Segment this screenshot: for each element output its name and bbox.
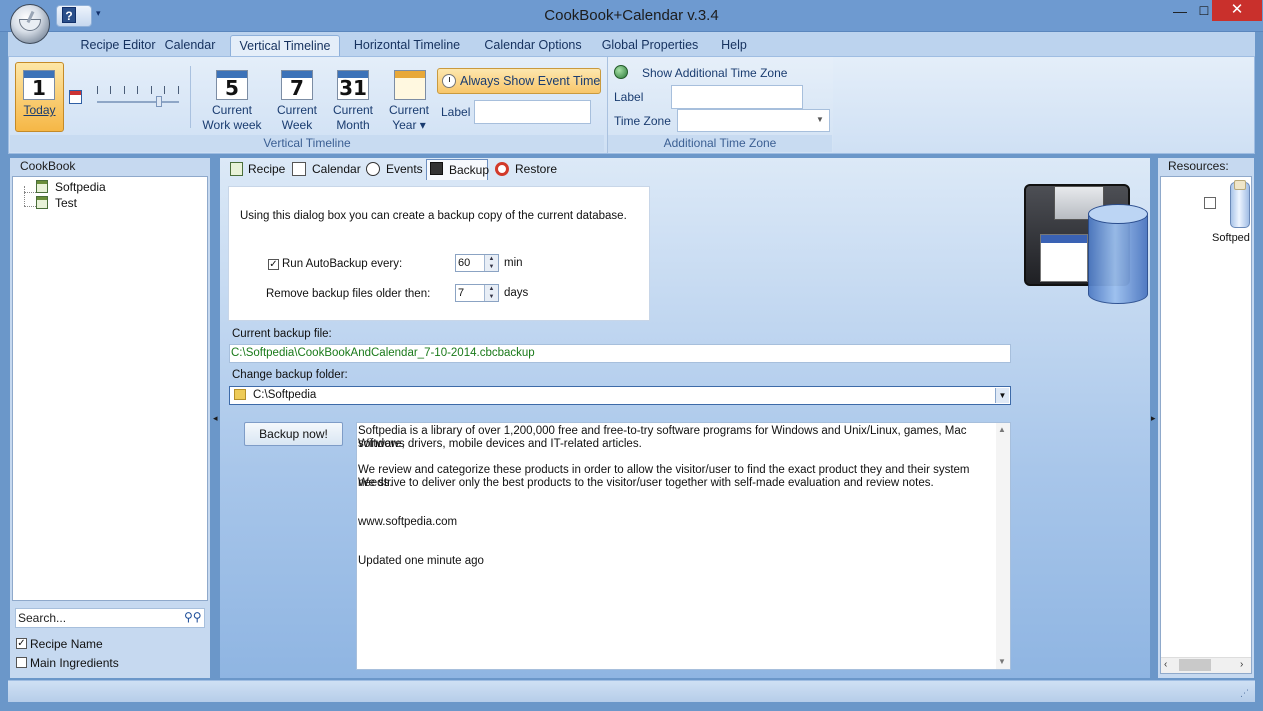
time-zone-select[interactable] [677, 109, 830, 132]
autobackup-unit: min [504, 257, 523, 269]
chevron-down-icon: ▼ [816, 115, 824, 124]
maximize-button[interactable]: ☐ [1194, 0, 1214, 22]
group-additional-tz-label: Additional Time Zone [663, 136, 777, 150]
minimize-button[interactable]: — [1166, 0, 1194, 22]
floppy-small-icon [430, 162, 443, 175]
calendar-navigator-icon[interactable] [69, 90, 82, 104]
backup-now-button[interactable]: Backup now! [244, 422, 343, 446]
collapse-right-icon[interactable]: ▸ [1151, 413, 1156, 423]
info-scrollbar[interactable] [996, 423, 1010, 669]
chevron-down-icon[interactable]: ▼ [995, 388, 1009, 403]
backup-settings-box [228, 186, 650, 321]
current-week-button[interactable]: Current Week [272, 103, 322, 133]
info-textarea[interactable] [356, 422, 1011, 670]
search-placeholder: Search... [18, 611, 67, 625]
window-title: CookBook+Calendar v.3.4 [544, 7, 719, 24]
main-ingredients-label: Main Ingredients [30, 656, 119, 670]
label-input[interactable] [474, 100, 591, 124]
scroll-right-icon[interactable]: › [1240, 659, 1243, 670]
autobackup-stepper[interactable]: 60 ▲ ▼ [455, 254, 499, 272]
calendar-icon: 1 [23, 70, 55, 100]
current-year-button[interactable]: Current Year ▾ [384, 103, 434, 133]
time-zone-caption: Time Zone [614, 114, 671, 128]
show-additional-tz-toggle[interactable]: Show Additional Time Zone [642, 66, 787, 80]
autobackup-checkbox[interactable]: ✓ [268, 259, 279, 270]
scroll-down-icon[interactable]: ▼ [998, 657, 1006, 666]
globe-icon [614, 65, 628, 79]
tab-recipe-editor[interactable]: Recipe Editor [62, 35, 174, 56]
resources-hscroll-thumb[interactable] [1179, 659, 1211, 671]
recipe-icon [230, 162, 243, 176]
calendar-small-icon [292, 162, 306, 176]
main-ingredients-checkbox[interactable] [16, 657, 27, 668]
change-folder-label: Change backup folder: [232, 369, 348, 381]
resource-checkbox[interactable] [1204, 197, 1216, 209]
current-backup-file-label: Current backup file: [232, 328, 332, 340]
collapse-left-icon[interactable]: ◂ [213, 413, 218, 423]
zoom-slider-track[interactable] [97, 101, 179, 103]
backup-intro-text: Using this dialog box you can create a b… [240, 210, 627, 222]
binoculars-icon[interactable]: ⚲⚲ [184, 610, 202, 625]
tab-help[interactable]: Help [716, 35, 752, 56]
recipe-name-checkbox[interactable]: ✓ [16, 638, 27, 649]
scroll-left-icon[interactable]: ‹ [1164, 659, 1167, 670]
lifebuoy-icon [495, 162, 509, 176]
today-label: Today [23, 103, 56, 117]
tz-label-caption: Label [614, 90, 644, 104]
ribbon-separator [190, 66, 191, 128]
info-line: Windows drivers, mobile devices and IT-r… [358, 438, 642, 450]
tz-label-input[interactable] [671, 85, 803, 109]
events-clock-icon [366, 162, 380, 176]
clock-icon [442, 74, 456, 88]
folder-icon [234, 389, 246, 400]
recipe-book-icon [36, 196, 48, 209]
close-button[interactable]: ✕ [1212, 0, 1262, 21]
resources-list [1160, 176, 1252, 674]
work-week-calendar-icon: 5 [216, 70, 248, 100]
resize-grip-icon[interactable]: ⋰ [1240, 688, 1249, 699]
cookbook-tree [12, 176, 208, 601]
scroll-up-icon[interactable]: ▲ [998, 425, 1006, 434]
tab-global-properties[interactable]: Global Properties [598, 35, 702, 56]
week-calendar-icon: 7 [281, 70, 313, 100]
label-caption: Label [441, 105, 471, 119]
info-line: We strive to deliver only the best produ… [358, 477, 934, 489]
app-menu-icon[interactable] [10, 4, 50, 44]
resource-label: Softped [1212, 232, 1250, 244]
remove-days-unit: days [504, 287, 529, 299]
recipe-name-label: Recipe Name [30, 637, 103, 651]
tree-item[interactable]: Test [55, 196, 77, 210]
month-calendar-icon: 31 [337, 70, 369, 100]
resources-title: Resources: [1168, 159, 1229, 173]
tab-vertical-timeline[interactable]: Vertical Timeline [230, 35, 340, 56]
tree-item[interactable]: Softpedia [55, 180, 106, 194]
year-calendar-icon [394, 70, 426, 100]
current-backup-file-value: C:\Softpedia\CookBookAndCalendar_7-10-20… [231, 347, 535, 359]
change-folder-select[interactable] [229, 386, 1011, 405]
remove-days-stepper[interactable]: 7 ▲ ▼ [455, 284, 499, 302]
change-folder-value: C:\Softpedia [253, 389, 317, 401]
remove-files-label: Remove backup files older then: [266, 288, 431, 300]
autobackup-label: Run AutoBackup every: [282, 258, 403, 270]
tab-horizontal-timeline[interactable]: Horizontal Timeline [350, 35, 464, 56]
tab-calendar-options[interactable]: Calendar Options [480, 35, 586, 56]
current-work-week-button[interactable]: Current Work week [198, 103, 266, 133]
recipe-book-icon [36, 180, 48, 193]
cookbook-title: CookBook [20, 159, 76, 173]
always-show-label: Always Show Event Time [460, 74, 601, 88]
tab-calendar[interactable]: Calendar [160, 35, 220, 56]
status-bar [8, 680, 1255, 702]
zoom-slider-thumb[interactable] [156, 96, 162, 107]
info-line: Updated one minute ago [358, 555, 484, 567]
current-month-button[interactable]: Current Month [328, 103, 378, 133]
info-line: www.softpedia.com [358, 516, 458, 528]
group-vertical-timeline-label: Vertical Timeline [263, 136, 351, 150]
